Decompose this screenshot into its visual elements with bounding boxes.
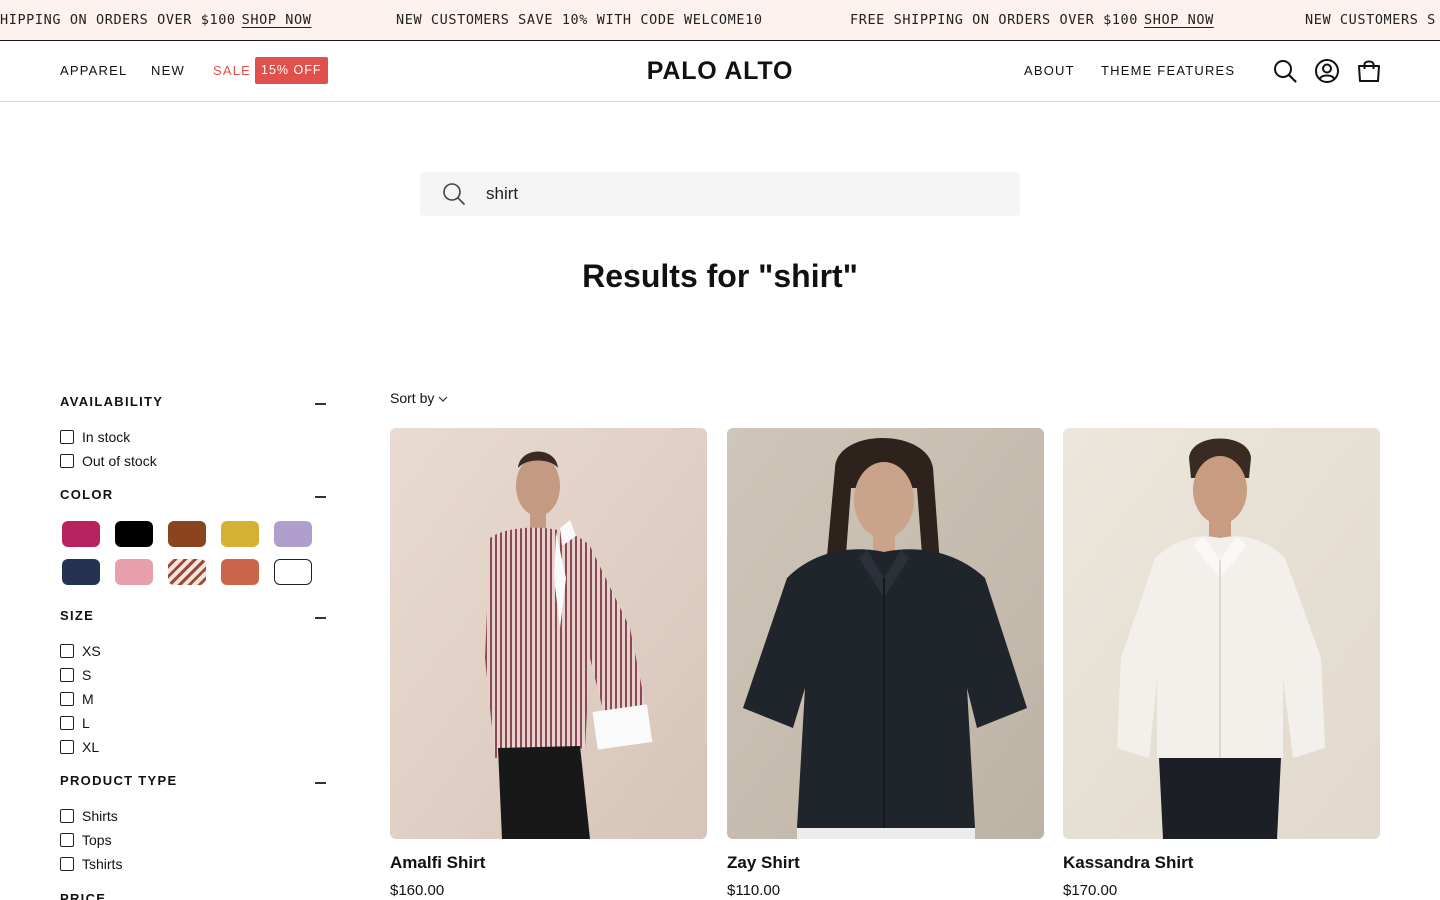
checkbox[interactable] bbox=[60, 430, 74, 444]
announcement-text: FREE SHIPPING ON ORDERS OVER $100 bbox=[850, 12, 1139, 28]
collapse-icon bbox=[315, 617, 326, 619]
search-bar bbox=[420, 172, 1020, 216]
filter-option-label: S bbox=[82, 667, 92, 683]
color-swatch[interactable] bbox=[115, 559, 153, 585]
announcement-text: NEW CUSTOMERS SAVE 10% WITH CODE WELCOME… bbox=[396, 12, 763, 28]
color-swatch[interactable] bbox=[274, 559, 312, 585]
filter-option-label: Out of stock bbox=[82, 453, 157, 469]
filter-heading: PRODUCT TYPE bbox=[60, 773, 178, 788]
product-price: $110.00 bbox=[727, 882, 781, 899]
shop-now-link[interactable]: SHOP NOW bbox=[1144, 12, 1214, 28]
filter-heading: COLOR bbox=[60, 487, 114, 502]
collapse-icon bbox=[315, 403, 326, 405]
product-price: $160.00 bbox=[390, 882, 445, 899]
sale-badge: 15% OFF bbox=[255, 57, 328, 84]
product-image[interactable] bbox=[390, 428, 707, 839]
product-image[interactable] bbox=[1063, 428, 1380, 839]
results-title: Results for "shirt" bbox=[582, 258, 858, 294]
product-price: $170.00 bbox=[1063, 882, 1118, 899]
nav-sale[interactable]: SALE bbox=[213, 41, 251, 101]
filter-option-m[interactable]: M bbox=[60, 689, 94, 709]
collapse-icon bbox=[315, 496, 326, 498]
announcement-item: HIPPING ON ORDERS OVER $100 SHOP NOW bbox=[0, 0, 311, 40]
checkbox[interactable] bbox=[60, 857, 74, 871]
filter-option-l[interactable]: L bbox=[60, 713, 90, 733]
sort-dropdown[interactable]: Sort by bbox=[390, 390, 448, 406]
announcement-item: FREE SHIPPING ON ORDERS OVER $100 SHOP NO… bbox=[850, 0, 1214, 40]
filter-availability-toggle[interactable]: AVAILABILITY bbox=[60, 394, 328, 414]
filter-option-s[interactable]: S bbox=[60, 665, 91, 685]
filter-option-xs[interactable]: XS bbox=[60, 641, 101, 661]
filter-option-label: XS bbox=[82, 643, 101, 659]
filter-option-label: In stock bbox=[82, 429, 131, 445]
product-title[interactable]: Zay Shirt bbox=[727, 853, 1044, 873]
checkbox[interactable] bbox=[60, 833, 74, 847]
announcement-bar: HIPPING ON ORDERS OVER $100 SHOP NOW NEW … bbox=[0, 0, 1440, 41]
checkbox[interactable] bbox=[60, 668, 74, 682]
product-image[interactable] bbox=[727, 428, 1044, 839]
cart-icon[interactable] bbox=[1356, 58, 1382, 84]
checkbox[interactable] bbox=[60, 740, 74, 754]
nav-new[interactable]: NEW bbox=[151, 41, 185, 101]
collapse-icon bbox=[315, 782, 326, 784]
filter-option-xl[interactable]: XL bbox=[60, 737, 99, 757]
checkbox[interactable] bbox=[60, 644, 74, 658]
filter-size-toggle[interactable]: SIZE bbox=[60, 608, 328, 628]
filter-color-toggle[interactable]: COLOR bbox=[60, 487, 328, 507]
announcement-text: NEW CUSTOMERS S bbox=[1305, 12, 1436, 28]
product-title[interactable]: Amalfi Shirt bbox=[390, 853, 707, 873]
filter-option-out-of-stock[interactable]: Out of stock bbox=[60, 451, 157, 471]
color-swatch[interactable] bbox=[62, 521, 100, 547]
color-swatch[interactable] bbox=[168, 521, 206, 547]
filter-price-toggle[interactable]: PRICE bbox=[60, 891, 328, 900]
checkbox[interactable] bbox=[60, 716, 74, 730]
filter-option-label: Tshirts bbox=[82, 856, 123, 872]
color-swatch[interactable] bbox=[115, 521, 153, 547]
account-icon[interactable] bbox=[1314, 58, 1340, 84]
announcement-text: HIPPING ON ORDERS OVER $100 bbox=[0, 12, 236, 28]
filter-option-shirts[interactable]: Shirts bbox=[60, 806, 118, 826]
color-swatch[interactable] bbox=[168, 559, 206, 585]
checkbox[interactable] bbox=[60, 454, 74, 468]
nav-apparel[interactable]: APPAREL bbox=[60, 41, 127, 101]
product-card[interactable]: Kassandra Shirt $170.00 bbox=[1063, 428, 1380, 899]
nav-theme-features[interactable]: THEME FEATURES bbox=[1101, 41, 1235, 101]
color-swatch[interactable] bbox=[274, 521, 312, 547]
filter-option-label: XL bbox=[82, 739, 100, 755]
color-swatch[interactable] bbox=[221, 559, 259, 585]
product-card[interactable]: Amalfi Shirt $160.00 bbox=[390, 428, 707, 899]
sort-label: Sort by bbox=[390, 390, 435, 406]
search-input[interactable] bbox=[486, 172, 1006, 216]
product-title[interactable]: Kassandra Shirt bbox=[1063, 853, 1380, 873]
announcement-item: NEW CUSTOMERS SAVE 10% WITH CODE WELCOME… bbox=[396, 0, 763, 40]
color-swatch[interactable] bbox=[62, 559, 100, 585]
filter-option-label: Tops bbox=[82, 832, 112, 848]
filter-heading: PRICE bbox=[60, 891, 107, 900]
filter-option-label: L bbox=[82, 715, 90, 731]
search-icon[interactable] bbox=[1272, 58, 1298, 84]
shop-now-link[interactable]: SHOP NOW bbox=[242, 12, 312, 28]
color-swatch[interactable] bbox=[221, 521, 259, 547]
nav-about[interactable]: ABOUT bbox=[1024, 41, 1075, 101]
filter-option-label: Shirts bbox=[82, 808, 118, 824]
filter-option-in-stock[interactable]: In stock bbox=[60, 427, 130, 447]
product-card[interactable]: Zay Shirt $110.00 bbox=[727, 428, 1044, 899]
filter-option-label: M bbox=[82, 691, 94, 707]
filter-product-type-toggle[interactable]: PRODUCT TYPE bbox=[60, 773, 328, 793]
filter-heading: AVAILABILITY bbox=[60, 394, 164, 409]
logo-link[interactable]: PALO ALTO bbox=[647, 57, 794, 85]
filter-option-tops[interactable]: Tops bbox=[60, 830, 112, 850]
search-icon bbox=[443, 183, 465, 205]
checkbox[interactable] bbox=[60, 809, 74, 823]
filter-heading: SIZE bbox=[60, 608, 95, 623]
chevron-down-icon bbox=[438, 396, 448, 402]
site-header: APPAREL NEW SALE 15% OFF PALO ALTO ABOUT… bbox=[0, 41, 1440, 102]
announcement-item: NEW CUSTOMERS S bbox=[1305, 0, 1436, 40]
checkbox[interactable] bbox=[60, 692, 74, 706]
filter-option-tshirts[interactable]: Tshirts bbox=[60, 854, 122, 874]
